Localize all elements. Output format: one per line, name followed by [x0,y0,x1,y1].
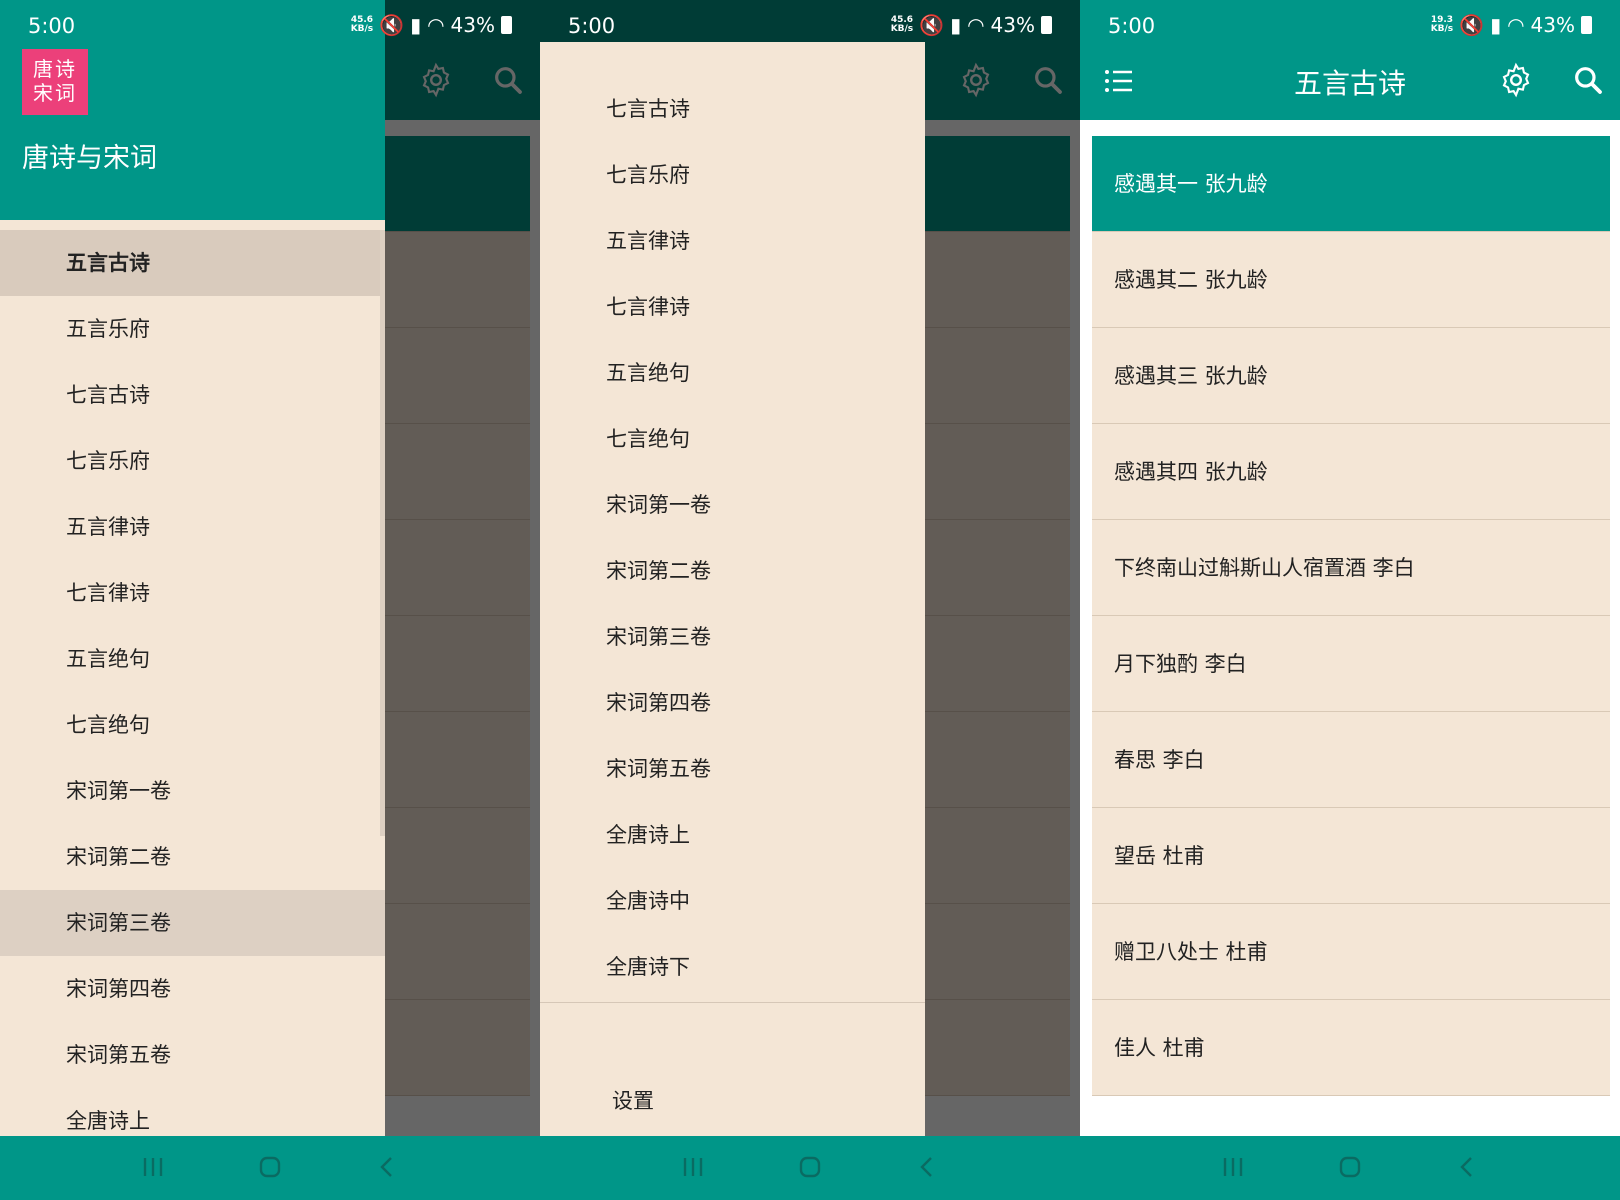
drawer-item[interactable]: 宋词第五卷 [0,1022,385,1088]
navigation-drawer: 唐诗 宋词 唐诗与宋词 五言古诗 五言乐府 七言古诗 七言乐府 五言律诗 七言律… [0,0,385,1136]
signal-icon: ▮ [950,13,962,37]
drawer-divider [540,1002,925,1003]
home-icon[interactable] [797,1154,823,1184]
home-icon[interactable] [257,1154,283,1184]
drawer-scrollbar[interactable] [380,230,385,836]
search-icon[interactable] [1572,64,1604,100]
back-icon[interactable] [374,1154,400,1184]
mute-icon: 🔇 [379,13,405,37]
list-item[interactable]: 感遇其三 张九龄 [1092,328,1610,424]
app-bar: 五言古诗 [1080,42,1620,120]
phone-screen-drawer-scrolled: 5:00 45.6 KB/s 🔇 ▮ ◠ 43% 七言古诗 七言乐府 五言律诗 … [540,0,1080,1200]
signal-icon: ▮ [1490,13,1502,37]
status-time: 5:00 [568,14,616,38]
drawer-item[interactable]: 五言律诗 [0,494,385,560]
battery-percent: 43% [1530,13,1575,37]
status-bar: 5:00 19.3 KB/s 🔇 ▮ ◠ 43% [1080,0,1620,42]
system-nav-bar [0,1136,540,1200]
battery-icon [1581,16,1592,34]
list-item[interactable]: 赠卫八处士 杜甫 [1092,904,1610,1000]
recents-icon[interactable] [140,1154,166,1184]
drawer-item[interactable]: 七言古诗 [540,76,925,142]
status-bar: 5:00 45.6 KB/s 🔇 ▮ ◠ 43% [540,0,1080,42]
drawer-item[interactable]: 全唐诗中 [540,868,925,934]
mute-icon: 🔇 [919,13,945,37]
drawer-item[interactable]: 五言律诗 [540,208,925,274]
back-icon[interactable] [914,1154,940,1184]
poem-list: 感遇其一 张九龄 感遇其二 张九龄 感遇其三 张九龄 感遇其四 张九龄 下终南山… [1080,120,1620,1136]
status-bar: 5:00 45.6 KB/s 🔇 ▮ ◠ 43% [0,0,540,42]
drawer-item[interactable]: 宋词第三卷 [540,604,925,670]
network-speed: 45.6 KB/s [350,15,374,34]
drawer-item[interactable]: 宋词第三卷 [0,890,385,956]
drawer-item[interactable]: 五言古诗 [0,230,385,296]
network-speed: 19.3 KB/s [1430,15,1454,34]
drawer-item[interactable]: 五言绝句 [0,626,385,692]
recents-icon[interactable] [680,1154,706,1184]
status-time: 5:00 [28,14,76,38]
signal-icon: ▮ [410,13,422,37]
list-item[interactable]: 感遇其一 张九龄 [1092,136,1610,232]
drawer-item[interactable]: 七言绝句 [0,692,385,758]
drawer-item[interactable]: 七言乐府 [540,142,925,208]
drawer-item[interactable]: 七言律诗 [540,274,925,340]
drawer-item[interactable]: 七言乐府 [0,428,385,494]
drawer-item[interactable]: 七言律诗 [0,560,385,626]
list-item[interactable]: 望岳 杜甫 [1092,808,1610,904]
drawer-item[interactable]: 宋词第二卷 [0,824,385,890]
drawer-item[interactable]: 七言绝句 [540,406,925,472]
drawer-item[interactable]: 宋词第四卷 [0,956,385,1022]
mute-icon: 🔇 [1459,13,1485,37]
list-item[interactable]: 春思 李白 [1092,712,1610,808]
phone-screen-poem-list: 5:00 19.3 KB/s 🔇 ▮ ◠ 43% 五言古诗 感遇其一 张九龄 感… [1080,0,1620,1200]
list-item[interactable]: 下终南山过斛斯山人宿置酒 李白 [1092,520,1610,616]
wifi-icon: ◠ [967,13,985,37]
list-item[interactable]: 感遇其四 张九龄 [1092,424,1610,520]
drawer-item[interactable]: 宋词第四卷 [540,670,925,736]
drawer-item[interactable]: 宋词第一卷 [0,758,385,824]
status-time: 5:00 [1108,14,1156,38]
back-icon[interactable] [1454,1154,1480,1184]
drawer-item[interactable]: 七言古诗 [0,362,385,428]
system-nav-bar [1080,1136,1620,1200]
battery-percent: 43% [450,13,495,37]
list-item[interactable]: 感遇其二 张九龄 [1092,232,1610,328]
home-icon[interactable] [1337,1154,1363,1184]
battery-icon [1041,16,1052,34]
recents-icon[interactable] [1220,1154,1246,1184]
system-nav-bar [540,1136,1080,1200]
drawer-item[interactable]: 宋词第二卷 [540,538,925,604]
drawer-item[interactable]: 宋词第五卷 [540,736,925,802]
list-item[interactable]: 月下独酌 李白 [1092,616,1610,712]
app-name: 唐诗与宋词 [22,143,157,174]
drawer-item[interactable]: 全唐诗上 [0,1088,385,1136]
drawer-item[interactable]: 全唐诗下 [540,934,925,1000]
wifi-icon: ◠ [1507,13,1525,37]
battery-percent: 43% [990,13,1035,37]
app-logo: 唐诗 宋词 [22,49,88,115]
page-title: 五言古诗 [1293,67,1406,100]
navigation-drawer: 七言古诗 七言乐府 五言律诗 七言律诗 五言绝句 七言绝句 宋词第一卷 宋词第二… [540,42,925,1136]
drawer-item[interactable]: 宋词第一卷 [540,472,925,538]
battery-icon [501,16,512,34]
drawer-item-settings[interactable]: 设置 [540,1068,925,1134]
gear-icon[interactable] [1498,62,1534,102]
main-content: 五言古诗 感遇其一 张九龄 感遇其二 张九龄 感遇其三 张九龄 感遇其四 张九龄… [1080,0,1620,1136]
wifi-icon: ◠ [427,13,445,37]
list-item[interactable]: 佳人 杜甫 [1092,1000,1610,1096]
phone-screen-drawer-top: 5:00 45.6 KB/s 🔇 ▮ ◠ 43% 唐诗 宋词 唐诗与宋词 五言古… [0,0,540,1200]
network-speed: 45.6 KB/s [890,15,914,34]
drawer-item[interactable]: 五言绝句 [540,340,925,406]
drawer-item[interactable]: 全唐诗上 [540,802,925,868]
drawer-item[interactable]: 五言乐府 [0,296,385,362]
